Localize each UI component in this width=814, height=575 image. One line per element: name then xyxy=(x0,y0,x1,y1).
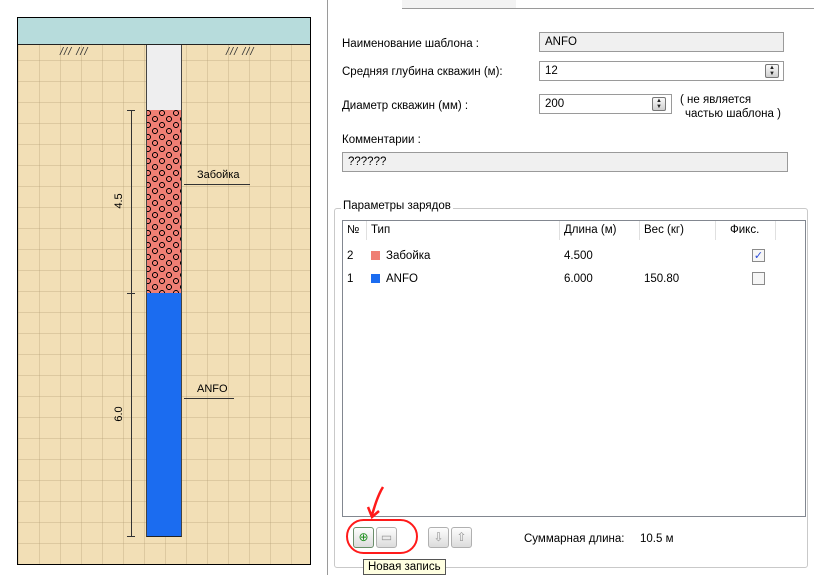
diameter-spinner[interactable]: ▲ ▼ xyxy=(652,97,666,111)
anfo-length-label: 6.0 xyxy=(113,406,125,422)
row-type-cell: ANFO xyxy=(367,268,418,290)
template-name-label: Наименование шаблона : xyxy=(342,38,479,50)
new-record-tooltip: Новая запись xyxy=(363,559,446,575)
tab-stub-right[interactable] xyxy=(516,0,814,9)
fixed-checkbox[interactable] xyxy=(752,272,765,285)
row-weight xyxy=(640,245,644,267)
row-length: 6.000 xyxy=(564,273,593,285)
stemming-column xyxy=(146,110,182,293)
template-form-panel: Наименование шаблона : ANFO Средняя глуб… xyxy=(327,0,814,575)
column-header-type[interactable]: Тип xyxy=(367,221,560,240)
column-header-length[interactable]: Длина (м) xyxy=(560,221,640,240)
row-type-cell: Забойка xyxy=(367,245,430,267)
comments-field[interactable]: ?????? xyxy=(342,152,788,172)
row-num: 2 xyxy=(347,250,354,262)
anfo-column xyxy=(146,293,182,537)
ground-hatch-right: /// /// xyxy=(226,46,255,58)
diameter-note-line2: частью шаблона ) xyxy=(685,108,781,120)
stemming-callout-line xyxy=(184,184,250,185)
charges-table: № Тип Длина (м) Вес (кг) Фикс. 2 Забойка… xyxy=(342,220,806,517)
row-type: ANFO xyxy=(386,273,418,285)
stemming-length-label: 4.5 xyxy=(113,193,125,209)
dimension-tick xyxy=(127,536,135,537)
anfo-callout-label: ANFO xyxy=(197,383,228,395)
row-weight: 150.80 xyxy=(644,273,680,285)
row-num: 1 xyxy=(347,273,354,285)
dimension-tick xyxy=(127,293,135,294)
column-header-fixed[interactable]: Фикс. xyxy=(716,221,776,240)
dimension-tick xyxy=(127,110,135,111)
total-length-label: Суммарная длина: xyxy=(524,533,625,545)
tab-stub-left[interactable] xyxy=(402,0,516,9)
depth-label: Средняя глубина скважин (м): xyxy=(342,66,503,78)
borehole-diagram: /// /// /// /// 4.5 6.0 Забойка ANFO xyxy=(17,17,311,565)
total-length-value: 10.5 м xyxy=(640,533,674,545)
depth-spinner[interactable]: ▲ ▼ xyxy=(765,64,779,78)
move-down-button[interactable]: ⇩ xyxy=(428,527,449,548)
depth-input[interactable]: 12 xyxy=(539,61,784,81)
stemming-callout-label: Забойка xyxy=(197,169,240,181)
anfo-swatch-icon xyxy=(371,274,380,283)
template-name-field[interactable]: ANFO xyxy=(539,32,784,52)
column-header-num[interactable]: № xyxy=(343,221,367,240)
diameter-note-line1: ( не является xyxy=(680,94,752,106)
column-header-weight[interactable]: Вес (кг) xyxy=(640,221,716,240)
red-circle-annotation xyxy=(346,519,418,554)
table-row[interactable]: 1 ANFO 6.000 150.80 xyxy=(343,268,805,290)
stemming-swatch-icon xyxy=(371,251,380,260)
ground-hatch-left: /// /// xyxy=(60,46,89,58)
table-row[interactable]: 2 Забойка 4.500 ✓ xyxy=(343,245,805,267)
comments-label: Комментарии : xyxy=(342,134,421,146)
anfo-callout-line xyxy=(184,398,234,399)
borehole-empty-section xyxy=(146,45,182,110)
sky-band xyxy=(18,18,310,45)
red-arrow-annotation xyxy=(366,485,386,521)
move-up-button[interactable]: ⇧ xyxy=(451,527,472,548)
row-type: Забойка xyxy=(386,250,431,262)
diameter-label: Диаметр скважин (мм) : xyxy=(342,100,469,112)
row-length: 4.500 xyxy=(564,250,593,262)
charges-group-title: Параметры зарядов xyxy=(341,200,453,212)
fixed-checkbox[interactable]: ✓ xyxy=(752,249,765,262)
diagram-panel: /// /// /// /// 4.5 6.0 Забойка ANFO xyxy=(0,0,320,575)
dimension-line xyxy=(131,110,132,537)
